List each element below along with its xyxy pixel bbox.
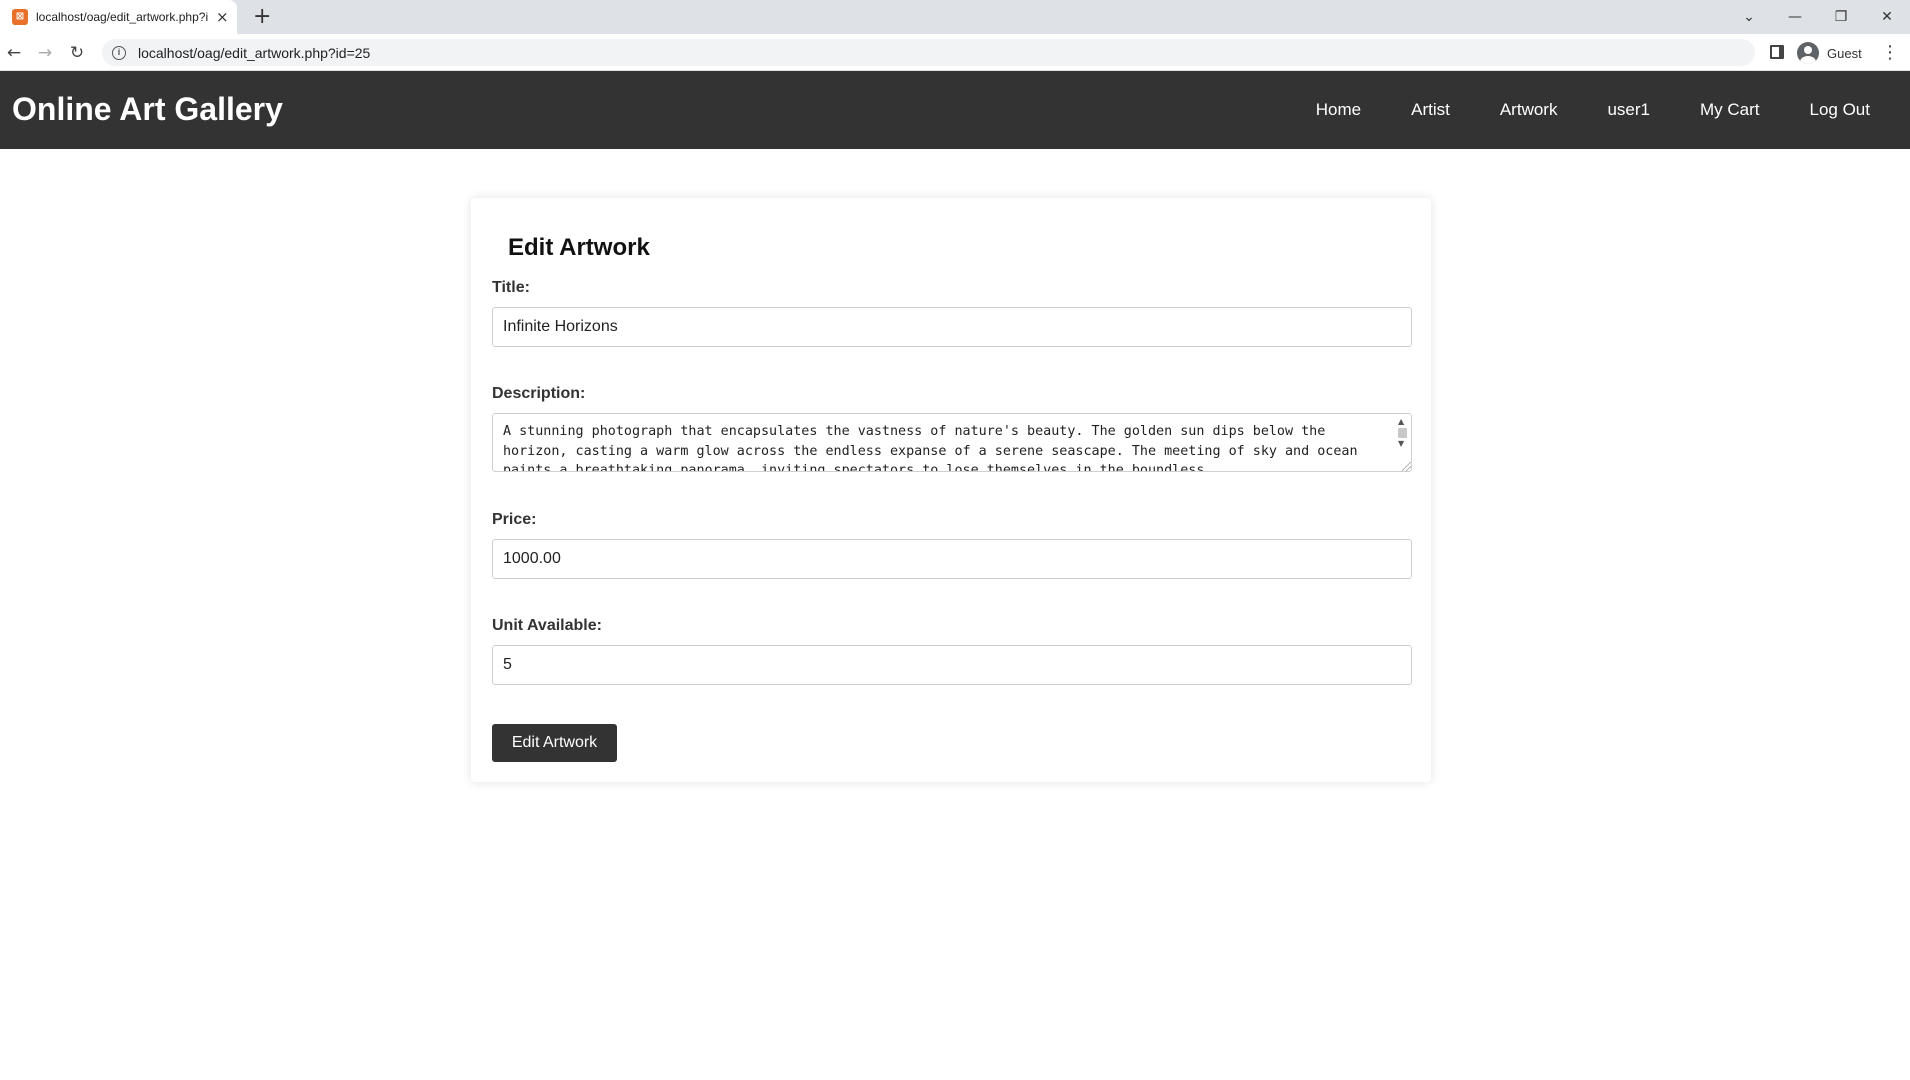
- site-nav: Home Artist Artwork user1 My Cart Log Ou…: [1316, 71, 1910, 149]
- xampp-favicon-icon: ⊠: [12, 9, 28, 25]
- units-available-input[interactable]: [492, 645, 1412, 685]
- site-header: Online Art Gallery Home Artist Artwork u…: [0, 71, 1910, 149]
- edit-artwork-card: Edit Artwork Title: Description: A stunn…: [471, 198, 1431, 782]
- nav-artist[interactable]: Artist: [1411, 100, 1450, 120]
- price-label: Price:: [492, 511, 537, 528]
- profile-label: Guest: [1827, 45, 1862, 61]
- site-logo[interactable]: Online Art Gallery: [12, 91, 283, 128]
- scroll-up-arrow-icon[interactable]: ▲: [1398, 417, 1404, 426]
- edit-artwork-button[interactable]: Edit Artwork: [492, 724, 617, 762]
- description-label: Description:: [492, 385, 586, 402]
- page-title: Edit Artwork: [508, 234, 650, 261]
- site-info-icon[interactable]: i: [112, 45, 126, 60]
- reload-icon[interactable]: ↻: [65, 41, 89, 65]
- title-label: Title:: [492, 279, 530, 296]
- restore-icon[interactable]: ❐: [1818, 9, 1864, 25]
- url-text[interactable]: localhost/oag/edit_artwork.php?id=25: [138, 45, 370, 61]
- browser-tabstrip: ⊠ localhost/oag/edit_artwork.php?id=25 ×…: [0, 0, 1910, 34]
- browser-toolbar: ← → ↻ i localhost/oag/edit_artwork.php?i…: [0, 34, 1910, 71]
- profile-button[interactable]: Guest: [1797, 42, 1862, 64]
- minimize-icon[interactable]: —: [1772, 9, 1818, 25]
- profile-avatar-icon: [1797, 42, 1819, 64]
- scroll-thumb[interactable]: [1398, 428, 1407, 438]
- browser-tab[interactable]: ⊠ localhost/oag/edit_artwork.php?id=25 ×: [0, 0, 237, 34]
- address-bar[interactable]: i localhost/oag/edit_artwork.php?id=25: [102, 39, 1755, 66]
- forward-arrow-icon[interactable]: →: [33, 41, 57, 65]
- tab-close-icon[interactable]: ×: [216, 9, 229, 25]
- nav-user[interactable]: user1: [1607, 100, 1650, 120]
- new-tab-icon[interactable]: +: [253, 5, 271, 29]
- nav-artwork[interactable]: Artwork: [1500, 100, 1558, 120]
- price-input[interactable]: [492, 539, 1412, 579]
- description-textarea[interactable]: A stunning photograph that encapsulates …: [492, 413, 1412, 472]
- nav-home[interactable]: Home: [1316, 100, 1361, 120]
- side-panel-icon[interactable]: [1770, 45, 1784, 59]
- resize-handle-icon[interactable]: [1402, 462, 1411, 471]
- units-label: Unit Available:: [492, 617, 602, 634]
- window-controls: ⌄ — ❐ ✕: [1726, 0, 1910, 34]
- nav-my-cart[interactable]: My Cart: [1700, 100, 1760, 120]
- close-window-icon[interactable]: ✕: [1864, 9, 1910, 25]
- scroll-down-arrow-icon[interactable]: ▼: [1398, 439, 1404, 448]
- browser-menu-icon[interactable]: ⋮: [1881, 41, 1899, 65]
- title-input[interactable]: [492, 307, 1412, 347]
- back-arrow-icon[interactable]: ←: [2, 41, 26, 65]
- tab-search-chevron-icon[interactable]: ⌄: [1726, 9, 1772, 25]
- nav-log-out[interactable]: Log Out: [1810, 100, 1871, 120]
- tab-title: localhost/oag/edit_artwork.php?id=25: [36, 10, 208, 24]
